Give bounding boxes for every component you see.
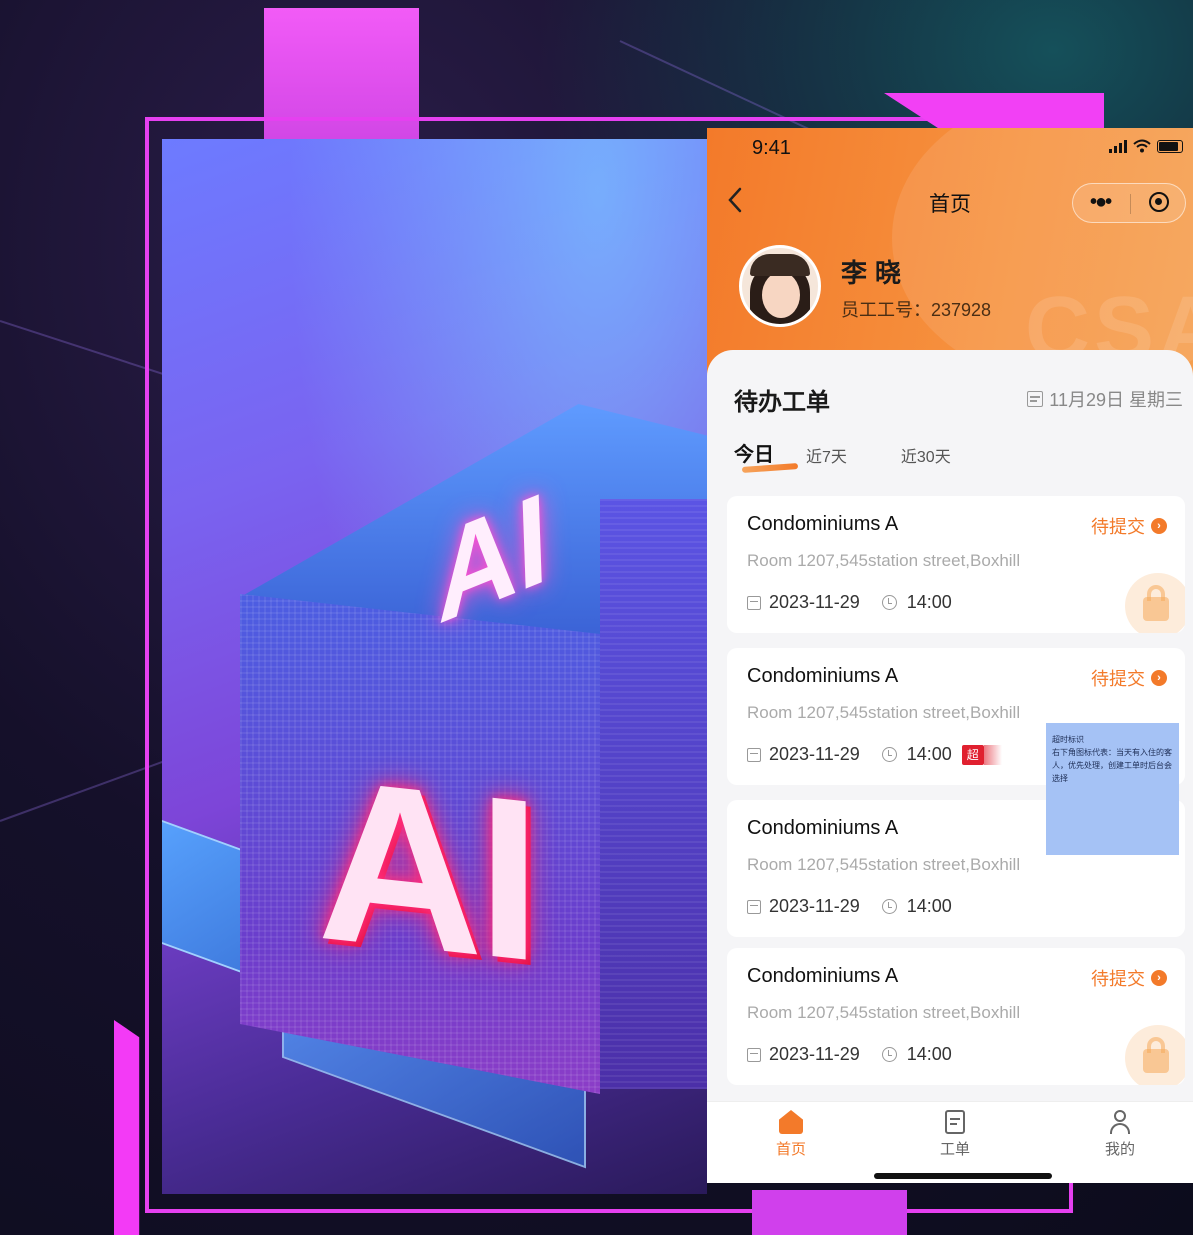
- wifi-icon: [1133, 139, 1151, 153]
- calendar-icon: [747, 1047, 761, 1062]
- card-time: 14:00: [906, 592, 952, 612]
- status-badge: 待提交 ›: [1091, 513, 1167, 539]
- card-meta: 2023-11-29 14:00: [747, 592, 952, 613]
- home-icon: [779, 1110, 803, 1134]
- employee-id-label: 员工工号：: [841, 300, 931, 320]
- card-date: 2023-11-29: [769, 592, 860, 612]
- profile-header: CSA 9:41 首页 •●•: [707, 128, 1193, 388]
- annotation-note: 超时标识 右下角图标代表：当天有入住的客人，优先处理，创建工单时后台会选择: [1046, 723, 1179, 855]
- tabbar-home[interactable]: 首页: [751, 1110, 831, 1159]
- card-title: Condominiums A: [747, 965, 899, 987]
- lock-body: [1143, 597, 1169, 621]
- calendar-icon: [1027, 391, 1044, 407]
- decor-pink-bottom: [752, 1190, 907, 1235]
- user-icon: [1108, 1110, 1132, 1134]
- section-title: 待办工单: [734, 389, 830, 416]
- arrow-right-icon: ›: [1151, 518, 1167, 534]
- ai-illustration: AI AI: [162, 139, 707, 1194]
- tabbar-label: 工单: [939, 1141, 970, 1158]
- status-text: 待提交: [1091, 969, 1145, 989]
- phone-screen: CSA 9:41 首页 •●•: [707, 128, 1193, 1183]
- status-badge: 待提交 ›: [1091, 665, 1167, 691]
- status-text: 待提交: [1091, 669, 1145, 689]
- card-address: Room 1207,545station street,Boxhill: [747, 855, 1021, 874]
- card-address: Room 1207,545station street,Boxhill: [747, 551, 1021, 570]
- clock-icon: [881, 595, 897, 610]
- capsule-divider: [1130, 194, 1131, 214]
- tab-today[interactable]: 今日: [734, 438, 799, 473]
- work-order-card[interactable]: Condominiums A 待提交 › Room 1207,545statio…: [727, 496, 1185, 633]
- tab-7-days[interactable]: 近7天: [806, 443, 847, 467]
- annotation-title: 超时标识: [1052, 735, 1084, 744]
- annotation-body: 右下角图标代表：当天有入住的客人，优先处理，创建工单时后台会选择: [1052, 748, 1172, 783]
- card-address: Room 1207,545station street,Boxhill: [747, 703, 1021, 722]
- clock-icon: [881, 899, 897, 914]
- status-icons: [1109, 139, 1183, 153]
- work-order-card[interactable]: Condominiums A 待提交 › Room 1207,545statio…: [727, 948, 1185, 1085]
- employee-id: 员工工号：237928: [841, 296, 991, 322]
- date-display[interactable]: 11月29日 星期三: [1027, 386, 1183, 412]
- card-meta: 2023-11-29 14:00 超: [747, 744, 1002, 765]
- status-badge: 待提交 ›: [1091, 965, 1167, 991]
- card-time: 14:00: [906, 744, 952, 764]
- card-date: 2023-11-29: [769, 1044, 860, 1064]
- card-time: 14:00: [906, 896, 952, 916]
- tabbar-mine[interactable]: 我的: [1080, 1110, 1160, 1159]
- tab-label: 近30天: [900, 449, 951, 466]
- clock-icon: [881, 747, 897, 762]
- tabbar-label: 首页: [775, 1141, 806, 1158]
- tab-label: 近7天: [806, 449, 847, 466]
- card-meta: 2023-11-29 14:00: [747, 896, 952, 917]
- card-title: Condominiums A: [747, 817, 899, 839]
- card-time: 14:00: [906, 1044, 952, 1064]
- card-date: 2023-11-29: [769, 744, 860, 764]
- card-date: 2023-11-29: [769, 896, 860, 916]
- arrow-right-icon: ›: [1151, 670, 1167, 686]
- signal-icon: [1109, 139, 1127, 153]
- target-icon[interactable]: [1149, 192, 1169, 212]
- overtime-badge: 超: [961, 744, 1002, 765]
- date-text: 11月29日 星期三: [1049, 390, 1183, 410]
- tabbar-label: 我的: [1104, 1141, 1135, 1158]
- checkin-lock-icon: [1125, 1025, 1185, 1085]
- tab-label: 今日: [734, 444, 774, 466]
- ai-front-text: AI: [317, 729, 535, 1010]
- avatar-cap: [750, 254, 810, 276]
- miniprogram-capsule: •●•: [1072, 183, 1186, 223]
- bottom-tab-bar: 首页 工单 我的: [707, 1101, 1193, 1183]
- user-name: 李晓: [841, 258, 910, 288]
- cube-side-face: [600, 499, 707, 1089]
- tabbar-work-orders[interactable]: 工单: [915, 1110, 995, 1159]
- card-meta: 2023-11-29 14:00: [747, 1044, 952, 1065]
- employee-id-value: 237928: [931, 300, 992, 320]
- avatar[interactable]: [739, 245, 821, 327]
- calendar-icon: [747, 595, 761, 610]
- more-dots-icon[interactable]: •●•: [1090, 192, 1112, 212]
- home-indicator: [874, 1173, 1052, 1179]
- calendar-icon: [747, 747, 761, 762]
- lock-body: [1143, 1049, 1169, 1073]
- card-title: Condominiums A: [747, 513, 899, 535]
- date-tabs: 今日 近7天 近30天: [734, 438, 1005, 473]
- battery-icon: [1157, 139, 1183, 153]
- clock-icon: [881, 1047, 897, 1062]
- card-address: Room 1207,545station street,Boxhill: [747, 1003, 1021, 1022]
- status-text: 待提交: [1091, 517, 1145, 537]
- checkin-lock-icon: [1125, 573, 1185, 633]
- calendar-icon: [747, 899, 761, 914]
- avatar-face: [762, 272, 800, 318]
- arrow-right-icon: ›: [1151, 970, 1167, 986]
- card-title: Condominiums A: [747, 665, 899, 687]
- tab-30-days[interactable]: 近30天: [901, 443, 951, 467]
- work-order-icon: [945, 1110, 965, 1134]
- status-time: 9:41: [752, 137, 791, 159]
